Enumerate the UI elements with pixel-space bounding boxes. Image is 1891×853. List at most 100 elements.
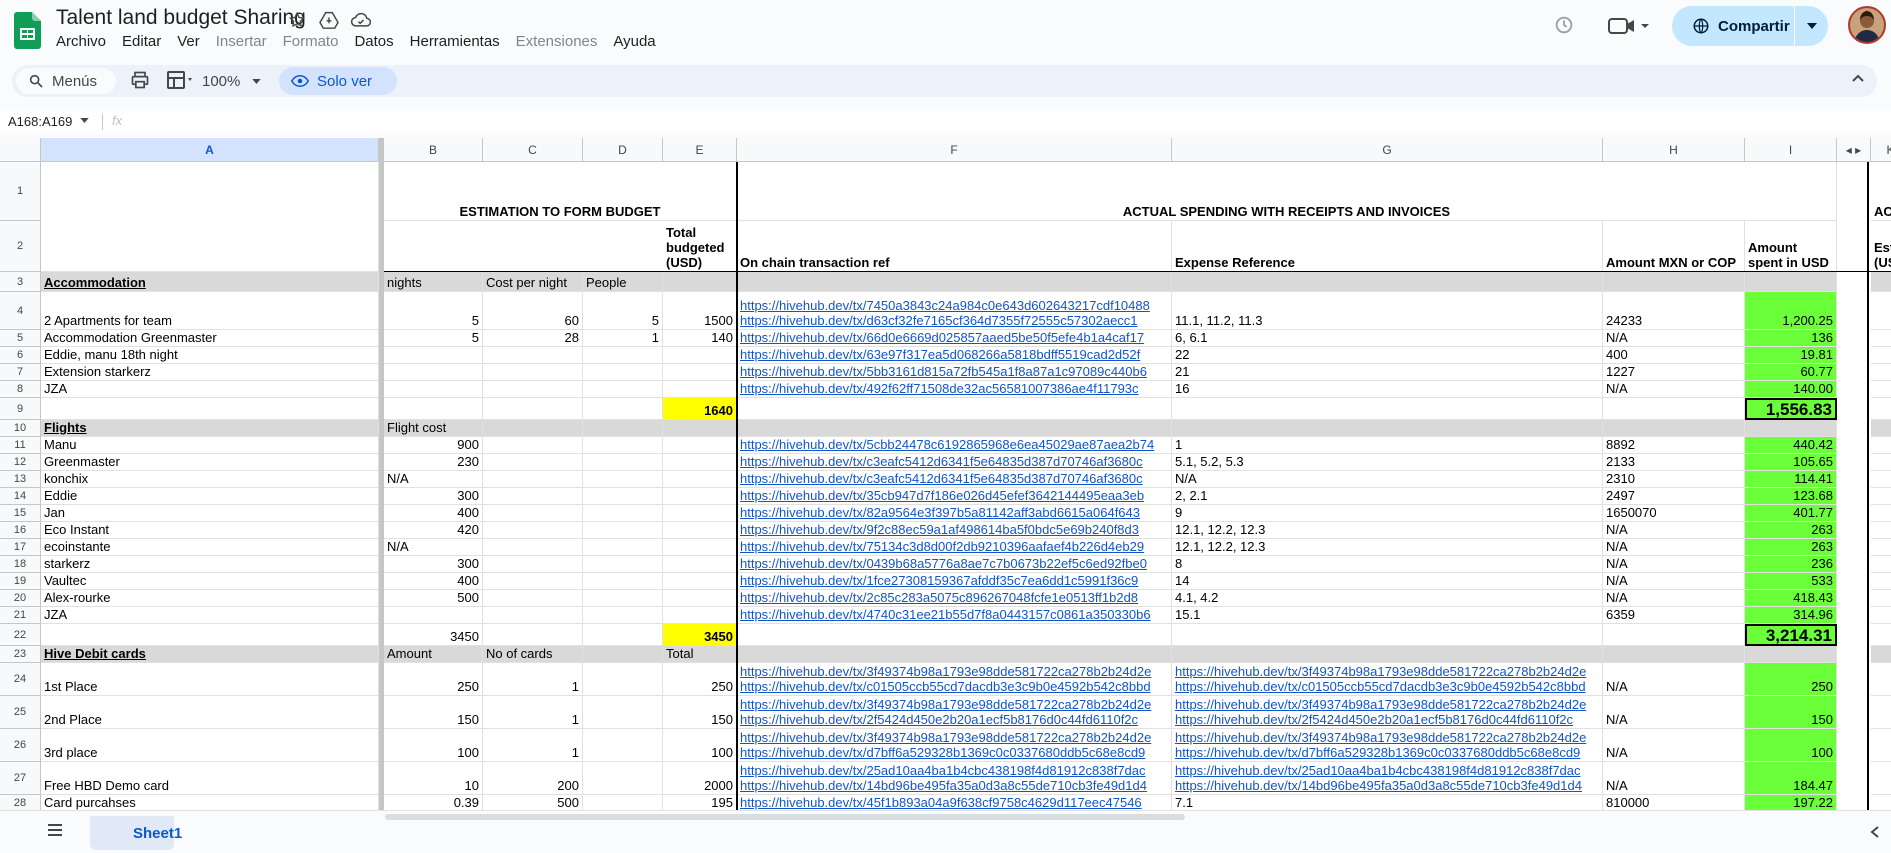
cell[interactable]: [583, 556, 663, 573]
transaction-link[interactable]: https://hivehub.dev/tx/2c85c283a5075c896…: [737, 590, 1172, 607]
transaction-link[interactable]: https://hivehub.dev/tx/82a9564e3f397b5a8…: [737, 505, 1172, 522]
k-header-truncated[interactable]: AC: [1871, 162, 1891, 221]
transaction-link[interactable]: https://hivehub.dev/tx/5cbb24478c6192865…: [737, 437, 1172, 454]
cell[interactable]: [583, 522, 663, 539]
cell[interactable]: [1871, 381, 1891, 398]
total-value[interactable]: 140: [663, 330, 737, 347]
people-value[interactable]: [583, 381, 663, 398]
actual-spending-header[interactable]: ACTUAL SPENDING WITH RECEIPTS AND INVOIC…: [737, 162, 1837, 221]
transaction-link-2[interactable]: https://hivehub.dev/tx/c01505ccb55cd7dac…: [1175, 679, 1586, 694]
column-header-c[interactable]: C: [483, 138, 583, 162]
cell[interactable]: [1172, 624, 1603, 646]
row-header[interactable]: 28: [0, 795, 41, 810]
cell[interactable]: [1871, 762, 1891, 795]
total-value[interactable]: 1500: [663, 292, 737, 330]
expense-ref[interactable]: 9: [1172, 505, 1603, 522]
sheet-tab[interactable]: Sheet1: [90, 816, 182, 850]
cell[interactable]: [663, 590, 737, 607]
expense-ref[interactable]: 15.1: [1172, 607, 1603, 624]
flight-cost[interactable]: [384, 607, 483, 624]
section-cell[interactable]: [1172, 272, 1603, 292]
amount-local[interactable]: 1227: [1603, 364, 1745, 381]
card-total[interactable]: 2000: [663, 762, 737, 795]
nights-value[interactable]: 5: [384, 292, 483, 330]
transaction-link[interactable]: https://hivehub.dev/tx/66d0e6669d025857a…: [737, 330, 1172, 347]
section-label[interactable]: No of cards: [483, 646, 583, 663]
cell[interactable]: [1871, 364, 1891, 381]
row-header[interactable]: 6: [0, 347, 41, 364]
column-header-g[interactable]: G: [1172, 138, 1603, 162]
cell[interactable]: [483, 522, 583, 539]
row-header[interactable]: 7: [0, 364, 41, 381]
people-value[interactable]: [583, 364, 663, 381]
cell[interactable]: [1871, 795, 1891, 810]
cell[interactable]: [583, 454, 663, 471]
cell[interactable]: [1871, 539, 1891, 556]
print-icon[interactable]: [130, 70, 150, 90]
column-header-e[interactable]: E: [663, 138, 737, 162]
row-header[interactable]: 9: [0, 398, 41, 420]
flights-total-cost[interactable]: 3450: [384, 624, 483, 646]
row-header[interactable]: 19: [0, 573, 41, 590]
expense-ref[interactable]: 5.1, 5.2, 5.3: [1172, 454, 1603, 471]
card-amount[interactable]: 250: [384, 663, 483, 696]
section-label[interactable]: nights: [384, 272, 483, 292]
cell[interactable]: [583, 607, 663, 624]
card-amount[interactable]: 0.39: [384, 795, 483, 810]
cell[interactable]: [1871, 330, 1891, 347]
section-cell[interactable]: [1603, 646, 1745, 663]
cell[interactable]: [737, 624, 1172, 646]
cell[interactable]: [483, 573, 583, 590]
row-label[interactable]: ecoinstante: [41, 539, 379, 556]
cell[interactable]: [663, 607, 737, 624]
row-header[interactable]: 25: [0, 696, 41, 729]
row-header[interactable]: 18: [0, 556, 41, 573]
flight-cost[interactable]: 500: [384, 590, 483, 607]
card-count[interactable]: 1: [483, 729, 583, 762]
cell[interactable]: [1871, 729, 1891, 762]
spreadsheet-grid[interactable]: A B C D E F G H I K 1 2 3 4 5 6 7 8 9 10 11 12 13 14 15 16 17 18 19 2…: [0, 138, 1891, 810]
amount-local[interactable]: 810000: [1603, 795, 1745, 810]
cell[interactable]: [1871, 437, 1891, 454]
row-label[interactable]: Card purcahses: [41, 795, 379, 810]
transaction-link[interactable]: https://hivehub.dev/tx/c3eafc5412d6341f5…: [737, 471, 1172, 488]
meet-icon[interactable]: [1608, 14, 1650, 38]
cell[interactable]: [583, 624, 663, 646]
people-value[interactable]: 5: [583, 292, 663, 330]
cell[interactable]: [483, 556, 583, 573]
transaction-link[interactable]: https://hivehub.dev/tx/5bb3161d815a72fb5…: [737, 364, 1172, 381]
amount-usd[interactable]: 136: [1745, 330, 1837, 347]
transaction-link[interactable]: https://hivehub.dev/tx/3f49374b98a1793e9…: [737, 729, 1172, 762]
row-label[interactable]: Jan: [41, 505, 379, 522]
menu-herramientas[interactable]: Herramientas: [402, 32, 508, 52]
transaction-link-1[interactable]: https://hivehub.dev/tx/3f49374b98a1793e9…: [740, 697, 1151, 712]
transaction-link[interactable]: https://hivehub.dev/tx/c3eafc5412d6341f5…: [737, 454, 1172, 471]
section-cell[interactable]: [1871, 272, 1891, 292]
row-header[interactable]: 15: [0, 505, 41, 522]
share-button[interactable]: Compartir: [1672, 6, 1828, 46]
cell[interactable]: [483, 488, 583, 505]
column-header-b[interactable]: B: [384, 138, 483, 162]
people-value[interactable]: 1: [583, 330, 663, 347]
cell[interactable]: [663, 573, 737, 590]
column-header-d[interactable]: D: [583, 138, 663, 162]
avatar[interactable]: [1848, 6, 1886, 44]
section-cell[interactable]: [1745, 420, 1837, 437]
flight-cost[interactable]: N/A: [384, 539, 483, 556]
flight-cost[interactable]: 400: [384, 505, 483, 522]
horizontal-scrollbar[interactable]: [385, 814, 1185, 820]
cell[interactable]: [483, 607, 583, 624]
amount-usd[interactable]: 263: [1745, 539, 1837, 556]
row-header[interactable]: 13: [0, 471, 41, 488]
expense-ref[interactable]: 12.1, 12.2, 12.3: [1172, 522, 1603, 539]
row-header[interactable]: 21: [0, 607, 41, 624]
cell[interactable]: [663, 454, 737, 471]
column-header-k[interactable]: K: [1871, 138, 1891, 162]
cell[interactable]: [1871, 292, 1891, 330]
row-label[interactable]: konchix: [41, 471, 379, 488]
row-label[interactable]: Manu: [41, 437, 379, 454]
cell[interactable]: [737, 398, 1172, 420]
amount-usd[interactable]: 184.47: [1745, 762, 1837, 795]
column-header-f[interactable]: F: [737, 138, 1172, 162]
cell[interactable]: [663, 556, 737, 573]
